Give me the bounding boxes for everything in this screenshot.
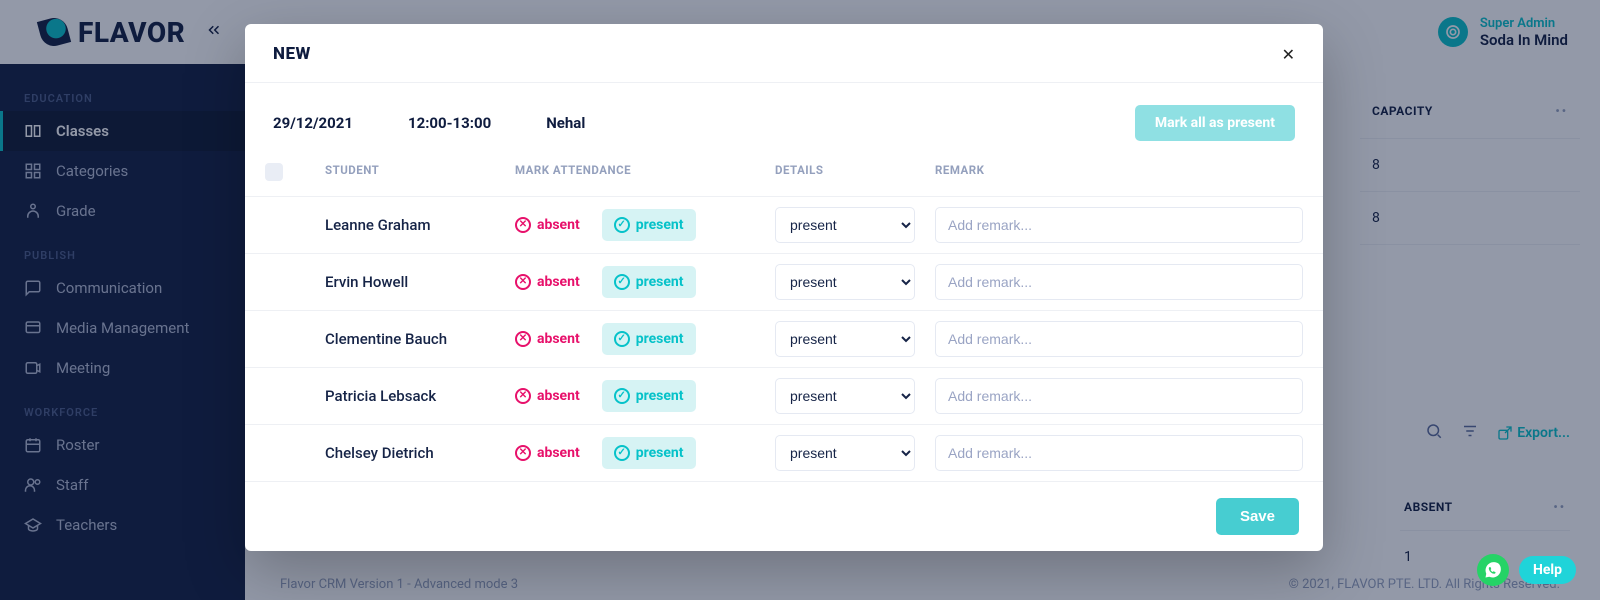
remark-input[interactable] — [935, 207, 1303, 243]
close-icon[interactable]: ✕ — [1282, 45, 1295, 64]
x-circle-icon: ✕ — [515, 445, 531, 461]
student-row: Clementine Bauch✕absent ✓present presentab… — [245, 311, 1323, 368]
mark-present-button[interactable]: ✓present — [602, 323, 696, 355]
details-select[interactable]: presentabsent — [775, 207, 915, 243]
student-row: Chelsey Dietrich✕absent ✓present presentab… — [245, 425, 1323, 482]
help-button[interactable]: Help — [1519, 556, 1576, 584]
mark-absent-button[interactable]: ✕absent — [515, 217, 580, 233]
student-name: Chelsey Dietrich — [325, 444, 515, 462]
session-teacher: Nehal — [546, 114, 585, 132]
student-row: Patricia Lebsack✕absent ✓present presentab… — [245, 368, 1323, 425]
check-circle-icon: ✓ — [614, 445, 630, 461]
remark-input[interactable] — [935, 378, 1303, 414]
save-button[interactable]: Save — [1216, 498, 1299, 535]
x-circle-icon: ✕ — [515, 388, 531, 404]
attendance-modal: NEW ✕ 29/12/2021 12:00-13:00 Nehal Mark … — [245, 24, 1323, 551]
mark-absent-button[interactable]: ✕absent — [515, 445, 580, 461]
x-circle-icon: ✕ — [515, 331, 531, 347]
check-circle-icon: ✓ — [614, 274, 630, 290]
student-name: Ervin Howell — [325, 273, 515, 291]
details-select[interactable]: presentabsent — [775, 321, 915, 357]
session-date: 29/12/2021 — [273, 114, 353, 132]
student-name: Patricia Lebsack — [325, 387, 515, 405]
mark-absent-button[interactable]: ✕absent — [515, 331, 580, 347]
x-circle-icon: ✕ — [515, 217, 531, 233]
modal-title: NEW — [273, 44, 311, 64]
mark-present-button[interactable]: ✓present — [602, 209, 696, 241]
x-circle-icon: ✕ — [515, 274, 531, 290]
student-name: Leanne Graham — [325, 216, 515, 234]
select-all-checkbox[interactable] — [265, 163, 283, 181]
mark-present-button[interactable]: ✓present — [602, 266, 696, 298]
col-remark: REMARK — [935, 163, 1303, 184]
col-details: DETAILS — [775, 163, 935, 184]
check-circle-icon: ✓ — [614, 388, 630, 404]
details-select[interactable]: presentabsent — [775, 435, 915, 471]
details-select[interactable]: presentabsent — [775, 378, 915, 414]
student-row: Ervin Howell✕absent ✓present presentabsent — [245, 254, 1323, 311]
floating-widgets: Help — [1477, 554, 1576, 586]
mark-present-button[interactable]: ✓present — [602, 380, 696, 412]
col-mark: MARK ATTENDANCE — [515, 163, 775, 184]
modal-table-head: STUDENT MARK ATTENDANCE DETAILS REMARK — [245, 151, 1323, 197]
remark-input[interactable] — [935, 321, 1303, 357]
mark-absent-button[interactable]: ✕absent — [515, 274, 580, 290]
details-select[interactable]: presentabsent — [775, 264, 915, 300]
mark-absent-button[interactable]: ✕absent — [515, 388, 580, 404]
remark-input[interactable] — [935, 264, 1303, 300]
col-student: STUDENT — [325, 163, 515, 184]
mark-present-button[interactable]: ✓present — [602, 437, 696, 469]
mark-all-present-button[interactable]: Mark all as present — [1135, 105, 1295, 141]
whatsapp-icon[interactable] — [1477, 554, 1509, 586]
session-time: 12:00-13:00 — [408, 114, 491, 132]
remark-input[interactable] — [935, 435, 1303, 471]
student-name: Clementine Bauch — [325, 330, 515, 348]
check-circle-icon: ✓ — [614, 331, 630, 347]
check-circle-icon: ✓ — [614, 217, 630, 233]
student-row: Leanne Graham✕absent ✓present presentabsen… — [245, 197, 1323, 254]
